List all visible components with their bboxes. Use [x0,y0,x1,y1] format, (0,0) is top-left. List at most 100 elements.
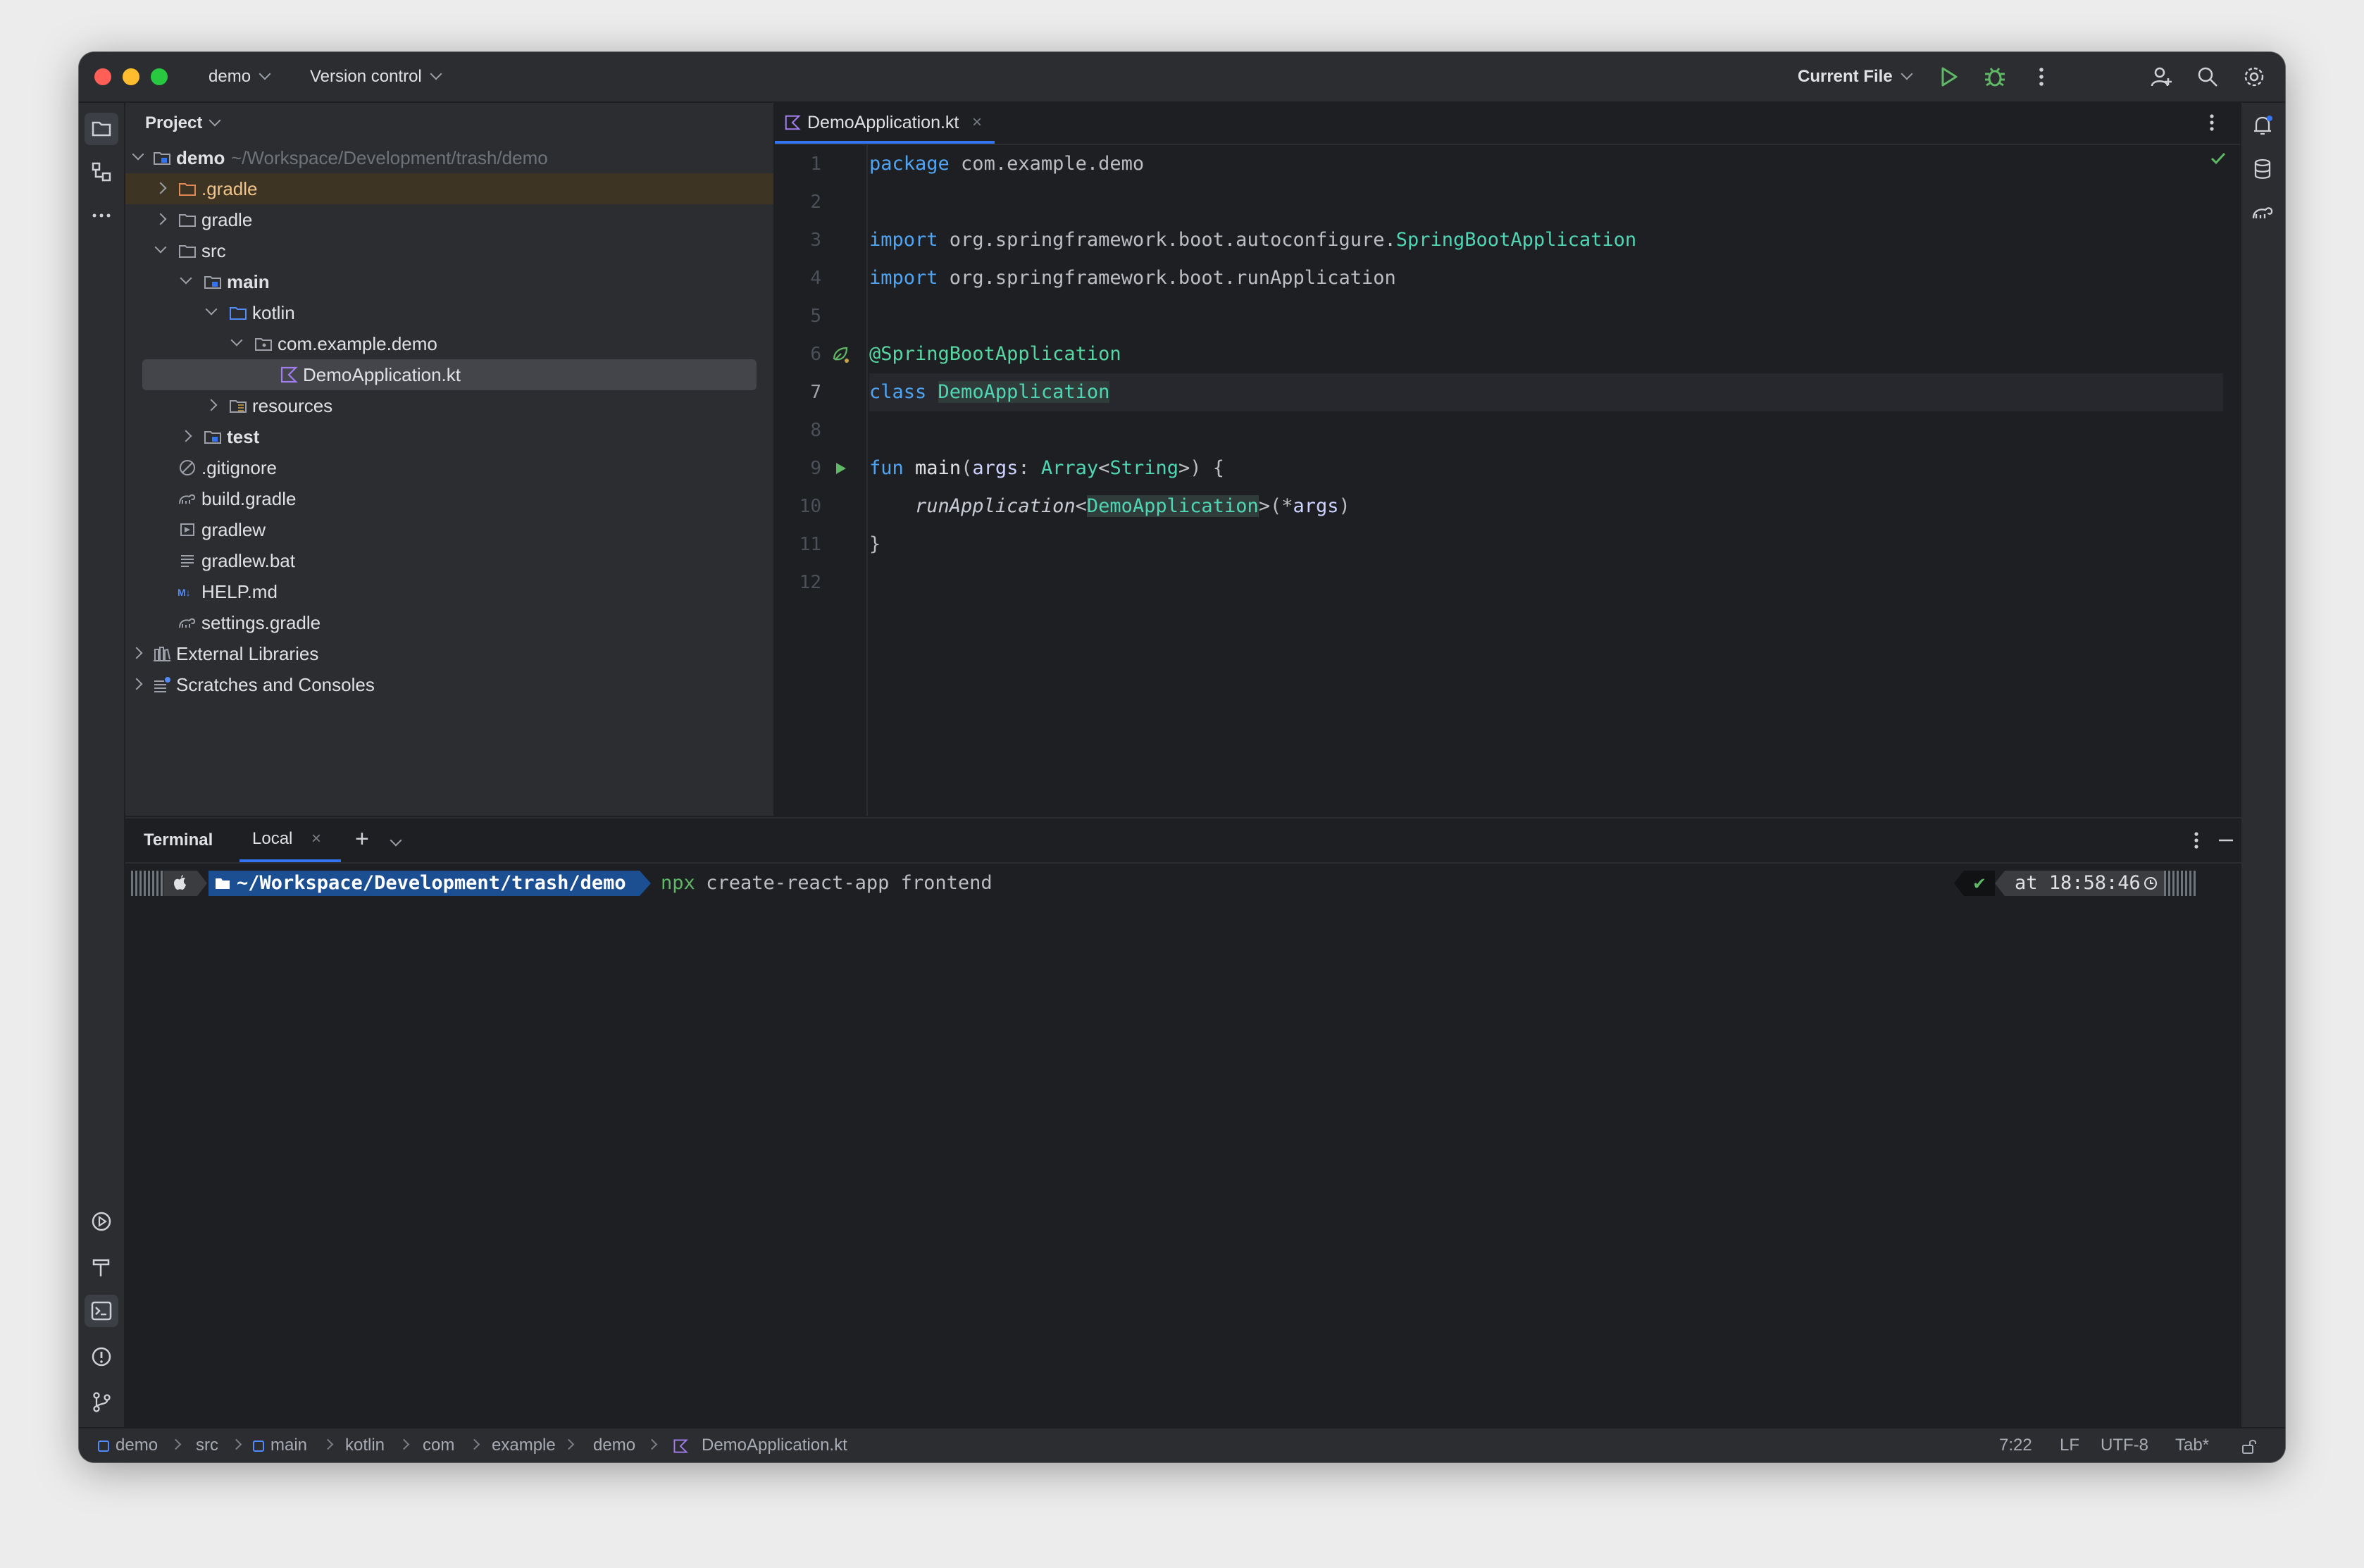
breadcrumb-chevron-icon [468,1438,480,1450]
breadcrumb-item[interactable]: com [423,1429,454,1462]
chevron-right-icon [180,430,192,442]
tree-item-label: build.gradle [201,488,297,509]
add-user-icon[interactable] [2148,64,2174,89]
project-panel-header[interactable]: Project [145,103,221,144]
breadcrumb-item[interactable]: demo [593,1429,635,1462]
ide-window: demo Version control Current File Projec… [79,52,2285,1462]
tree-item-src[interactable]: src [125,235,773,266]
tree-item-resources[interactable]: resources [125,390,773,421]
gradle-elephant-icon[interactable] [2250,200,2275,225]
tree-item-dot-gradle[interactable]: .gradle [125,173,773,204]
tree-item-root[interactable]: demo ~/Workspace/Development/trash/demo [125,142,773,173]
maximize-window-button[interactable] [151,68,168,85]
notifications-bell-icon[interactable] [2250,113,2275,138]
tree-item-gradlew[interactable]: gradlew [125,514,773,545]
terminal-tool-button[interactable] [85,1295,118,1327]
breadcrumb-item[interactable]: src [196,1429,218,1462]
scratches-icon [154,677,170,692]
root-name: demo [176,147,225,168]
breadcrumb-item[interactable]: example [492,1429,556,1462]
tree-item-label: .gradle [201,178,258,199]
module-icon [98,1441,109,1452]
terminal-tab-dropdown-icon[interactable] [390,834,402,847]
spring-bean-gutter-icon[interactable] [830,344,851,365]
line-number: 4 [810,268,821,289]
run-gutter-icon[interactable] [831,459,850,478]
tree-item-settings-gradle[interactable]: settings.gradle [125,607,773,638]
tree-item-label: .gitignore [201,457,277,478]
minimize-window-button[interactable] [123,68,139,85]
tree-item-demoapplication-kt[interactable]: DemoApplication.kt [142,359,757,390]
terminal-prompt-line[interactable]: ~/Workspace/Development/trash/demo npx c… [125,865,2241,902]
terminal-tab-local[interactable]: Local × [239,819,341,862]
git-branch-icon[interactable] [89,1389,114,1414]
tree-item-package[interactable]: com.example.demo [125,328,773,359]
line-ending[interactable]: LF [2060,1429,2079,1462]
caret-position[interactable]: 7:22 [1999,1429,2032,1462]
prompt-time-segment: at 18:58:46 [2005,871,2164,896]
structure-icon[interactable] [89,159,114,185]
vcs-menu[interactable]: Version control [310,52,442,101]
editor-area: DemoApplication.kt × 1 2 3 4 5 6 7 8 9 1… [775,103,2240,816]
breadcrumb-item[interactable]: DemoApplication.kt [702,1429,847,1462]
build-hammer-icon[interactable] [89,1254,114,1279]
project-tool-button[interactable] [85,113,118,145]
prompt-separator [197,871,207,896]
code-line-1: package com.example.demo [869,153,1145,175]
indent-setting[interactable]: Tab* [2175,1429,2209,1462]
debug-icon[interactable] [1982,64,2008,89]
more-horizontal-icon[interactable] [89,203,114,228]
tree-item-gradle[interactable]: gradle [125,204,773,235]
breadcrumb-item[interactable]: demo [116,1429,158,1462]
tree-item-label: kotlin [252,302,295,323]
tree-item-kotlin[interactable]: kotlin [125,297,773,328]
more-vertical-icon[interactable] [2184,828,2209,853]
editor-tab-bar: DemoApplication.kt × [775,103,2240,145]
project-selector[interactable]: demo [209,52,271,101]
line-number: 5 [810,306,821,327]
file-encoding[interactable]: UTF-8 [2101,1429,2148,1462]
chevron-down-icon [259,68,271,80]
breadcrumb-item[interactable]: main [270,1429,307,1462]
terminal-panel: Terminal Local × + ~/Workspace/Developme… [125,817,2241,1427]
breadcrumb-item[interactable]: kotlin [345,1429,385,1462]
unlock-icon[interactable] [2240,1437,2258,1455]
breadcrumb-chevron-icon [170,1438,182,1450]
run-config-selector[interactable]: Current File [1798,52,1913,101]
code-line-3: import org.springframework.boot.autoconf… [869,229,1637,251]
close-window-button[interactable] [94,68,111,85]
tree-item-gitignore[interactable]: .gitignore [125,452,773,483]
tree-item-scratches[interactable]: Scratches and Consoles [125,669,773,700]
close-tab-icon[interactable]: × [311,819,321,859]
search-icon[interactable] [2195,64,2220,89]
problems-icon[interactable] [89,1344,114,1369]
more-vertical-icon[interactable] [2199,110,2225,135]
tree-item-main[interactable]: main [125,266,773,297]
code-content[interactable]: package com.example.demo import org.spri… [869,145,2223,816]
root-path: ~/Workspace/Development/trash/demo [231,147,548,168]
module-folder-icon [154,152,170,165]
services-icon[interactable] [89,1209,114,1234]
chevron-right-icon [154,213,167,225]
tree-item-gradlew-bat[interactable]: gradlew.bat [125,545,773,576]
tree-item-label: DemoApplication.kt [303,364,461,385]
editor-tab-demoapplication[interactable]: DemoApplication.kt × [775,103,995,144]
ignore-file-icon [180,460,195,475]
tree-item-help-md[interactable]: M↓ HELP.md [125,576,773,607]
prompt-os-segment [163,871,197,896]
folder-icon [179,245,196,258]
tree-item-test[interactable]: test [125,421,773,452]
chevron-down-icon [132,148,144,161]
settings-gear-icon[interactable] [2241,64,2267,89]
minimize-panel-icon[interactable] [2213,828,2239,853]
database-icon[interactable] [2250,156,2275,182]
new-terminal-tab-button[interactable]: + [355,819,369,859]
tree-item-build-gradle[interactable]: build.gradle [125,483,773,514]
close-tab-icon[interactable]: × [972,103,982,142]
tree-item-external-libraries[interactable]: External Libraries [125,638,773,669]
vcs-menu-label: Version control [310,67,422,86]
run-icon[interactable] [1936,64,1961,89]
svg-text:M↓: M↓ [178,587,191,598]
more-vertical-icon[interactable] [2029,64,2054,89]
code-line-4: import org.springframework.boot.runAppli… [869,267,1396,289]
